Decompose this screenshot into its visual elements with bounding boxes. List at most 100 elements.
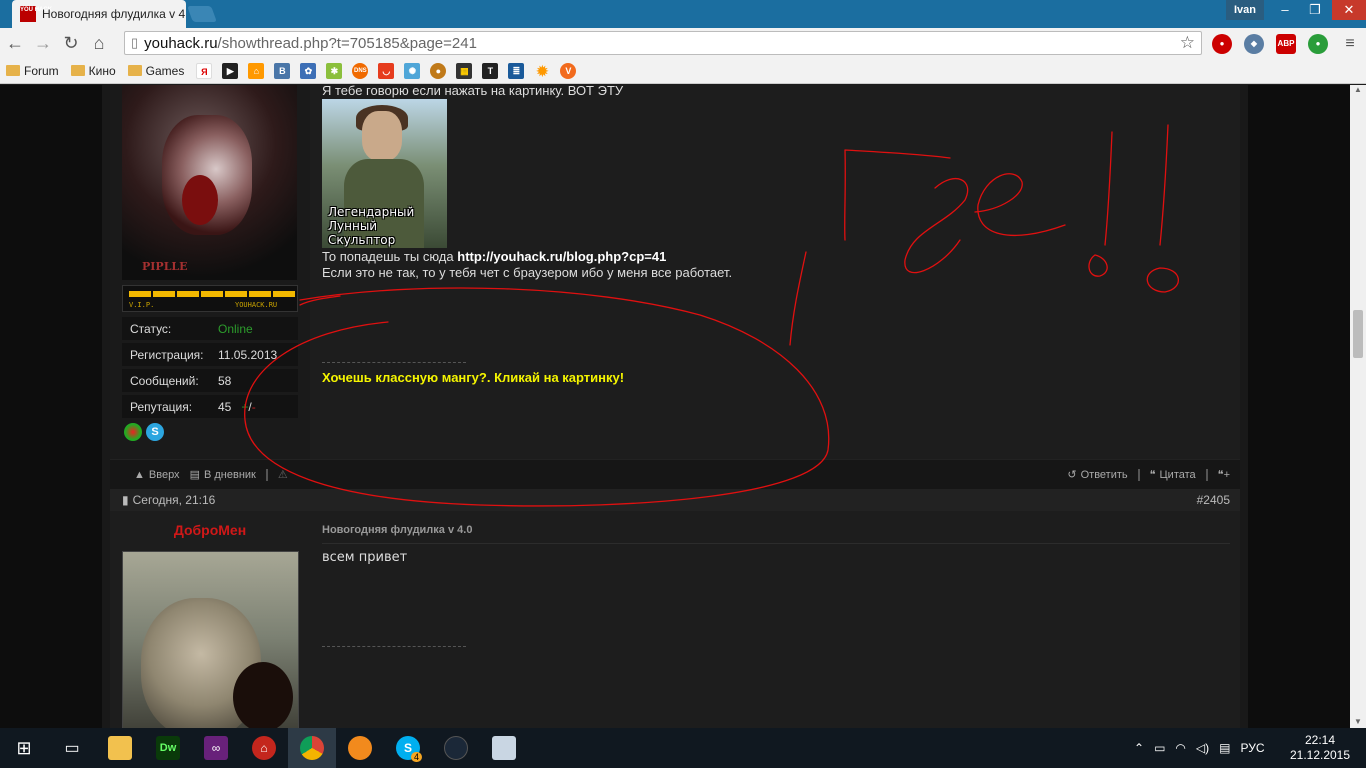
chrome-icon[interactable] (288, 728, 336, 768)
wifi-icon[interactable]: ◠ (1175, 741, 1185, 755)
v-bookmark-icon[interactable]: V (560, 62, 577, 79)
clock[interactable]: 22:14 21.12.2015 (1290, 728, 1350, 768)
orange-app-icon[interactable] (336, 728, 384, 768)
post1-message: Я тебе говорю если нажать на картинку. В… (322, 85, 1240, 459)
display-icon[interactable] (480, 728, 528, 768)
dns-bookmark-icon[interactable]: DNS (352, 62, 369, 79)
aliexpress-bookmark-icon[interactable]: ◡ (378, 62, 395, 79)
post2-author[interactable]: ДоброМен (110, 522, 310, 538)
yandex-bookmark-icon[interactable]: Я (196, 62, 213, 79)
user-avatar[interactable] (122, 551, 299, 728)
to-diary-label: В дневник (203, 468, 256, 481)
page-scrollbar[interactable]: ▲ ▼ (1350, 85, 1366, 728)
rep-minus-icon[interactable]: - (252, 400, 256, 414)
steam-icon[interactable] (432, 728, 480, 768)
post-number-link[interactable]: #2405 (1197, 493, 1230, 507)
bookmark-label: Кино (88, 63, 116, 78)
system-tray: ⌃ ▭ ◠ ◁) ▤ РУС (1134, 728, 1265, 768)
user-posts-row: Сообщений: 58 (122, 369, 298, 392)
post2-message: всем привет (322, 550, 408, 565)
to-diary-button[interactable]: ▤ В дневник (190, 468, 256, 482)
bookmark-kino[interactable]: Кино (70, 63, 116, 78)
back-button[interactable]: ← (2, 30, 28, 56)
stat-key: Сообщений: (130, 373, 199, 388)
scroll-down-arrow-icon[interactable]: ▼ (1354, 717, 1362, 726)
user-reputation-row: Репутация: 45 + / - (122, 395, 298, 418)
minimize-button[interactable]: – (1270, 0, 1300, 20)
vip-badge: V.I.P. YOUHACK.RU (122, 285, 298, 312)
address-bar[interactable]: ▯ youhack.ru /showthread.php?t=705185&pa… (124, 31, 1202, 55)
poster-caption-line: Лунный (328, 219, 378, 233)
home-icon[interactable]: ⌂ (86, 30, 112, 56)
user-avatar[interactable]: PIPLLE (122, 85, 297, 280)
reply-button[interactable]: ↺ Ответить (1067, 468, 1127, 482)
extension-icon[interactable]: ◆ (1244, 34, 1264, 54)
language-indicator[interactable]: РУС (1240, 741, 1264, 755)
windows-taskbar: ⊞ ▭ Dw ∞ ⌂ S4 ⌃ ▭ ◠ ◁) ▤ РУС 22:14 21.12… (0, 728, 1366, 768)
signature-divider (322, 646, 466, 647)
t-bookmark-icon[interactable]: T (482, 62, 499, 79)
battery-icon[interactable]: ▭ (1154, 741, 1165, 755)
scroll-up-arrow-icon[interactable]: ▲ (1350, 85, 1366, 94)
dreamweaver-icon[interactable]: Dw (144, 728, 192, 768)
chrome-menu-icon[interactable]: ≡ (1340, 34, 1360, 54)
play-bookmark-icon[interactable]: ▶ (222, 62, 239, 79)
file-explorer-icon[interactable] (96, 728, 144, 768)
multiquote-button[interactable]: ❝+ (1218, 468, 1230, 481)
quote-label: Цитата (1159, 468, 1196, 481)
browser-tab[interactable]: YOU HACK Новогодняя флудилка v 4.0 (12, 0, 186, 28)
message-text: Я тебе говорю если нажать на картинку. В… (322, 85, 624, 98)
adblock-plus-icon[interactable]: ABP (1276, 34, 1296, 54)
blog-link[interactable]: http://youhack.ru/blog.php?cp=41 (457, 249, 666, 264)
tab-title: Новогодняя флудилка v 4.0 (42, 7, 186, 21)
scrollbar-thumb[interactable] (1353, 310, 1363, 358)
avatar-signature: PIPLLE (142, 260, 188, 273)
stat-value: 11.05.2013 (218, 347, 278, 362)
task-view-icon[interactable]: ▭ (48, 728, 96, 768)
bookmark-forum[interactable]: Forum (6, 64, 59, 78)
profile-button[interactable]: Ivan (1226, 0, 1264, 20)
forum-thread: PIPLLE V.I.P. YOUHACK.RU Статус: Online Р… (110, 85, 1240, 728)
quote-button[interactable]: ❝ Цитата (1150, 468, 1196, 482)
skype-icon[interactable]: S4 (384, 728, 432, 768)
bookmark-games[interactable]: Games (127, 64, 184, 78)
bookmarks-bar: Forum Кино Games Я ▶ ⌂ B ✿ ✱ DNS ◡ ✺ ● ▦… (0, 58, 1366, 84)
skype-icon[interactable]: S (146, 423, 164, 441)
ublock-icon[interactable]: ● (1212, 34, 1232, 54)
show-hidden-icons[interactable]: ⌃ (1134, 741, 1144, 755)
forward-button[interactable]: → (30, 30, 56, 56)
manga-poster-image[interactable]: Легендарный Лунный Скульптор (322, 99, 447, 248)
green-extension-icon[interactable]: ● (1308, 34, 1328, 54)
stack-bookmark-icon[interactable]: ≣ (508, 62, 525, 79)
notifications-icon[interactable]: ▤ (1219, 741, 1230, 755)
vip-label: V.I.P. (129, 301, 155, 309)
signature-link[interactable]: Хочешь классную мангу?. Кликай на картин… (322, 370, 624, 386)
library-icon[interactable]: ⌂ (240, 728, 288, 768)
globe-bookmark-icon[interactable]: ✺ (404, 62, 421, 79)
warning-icon: ⚠ (277, 469, 288, 481)
poster-caption-line: Скульптор (328, 233, 396, 247)
colorful-bookmark-icon[interactable]: ✱ (326, 62, 343, 79)
reload-button[interactable]: ↻ (58, 30, 84, 56)
close-window-button[interactable]: ✕ (1332, 0, 1366, 20)
gear-bookmark-icon[interactable]: ✿ (300, 62, 317, 79)
icq-icon[interactable] (124, 423, 142, 441)
report-button[interactable]: ⚠ (278, 468, 288, 481)
sun-bookmark-icon[interactable]: ✹ (534, 63, 550, 79)
home-bookmark-icon[interactable]: ⌂ (248, 62, 265, 79)
message-line-link: То попадешь ты сюда http://youhack.ru/bl… (322, 249, 666, 265)
go-top-label: Вверх (148, 468, 180, 481)
visual-studio-icon[interactable]: ∞ (192, 728, 240, 768)
new-tab-button[interactable] (187, 6, 217, 22)
go-top-button[interactable]: ▲ Вверх (134, 469, 180, 481)
reply-icon: ↺ (1067, 469, 1077, 481)
divider (1205, 468, 1208, 481)
orange-ball-bookmark-icon[interactable]: ● (430, 62, 447, 79)
windows-start-icon[interactable]: ⊞ (0, 728, 48, 768)
volume-icon[interactable]: ◁) (1196, 741, 1209, 755)
grid-bookmark-icon[interactable]: ▦ (456, 62, 473, 79)
vk-bookmark-icon[interactable]: B (274, 62, 291, 79)
rep-plus-icon[interactable]: + (241, 400, 248, 414)
restore-button[interactable]: ❐ (1300, 0, 1330, 20)
bookmark-star-icon[interactable]: ☆ (1180, 33, 1195, 53)
